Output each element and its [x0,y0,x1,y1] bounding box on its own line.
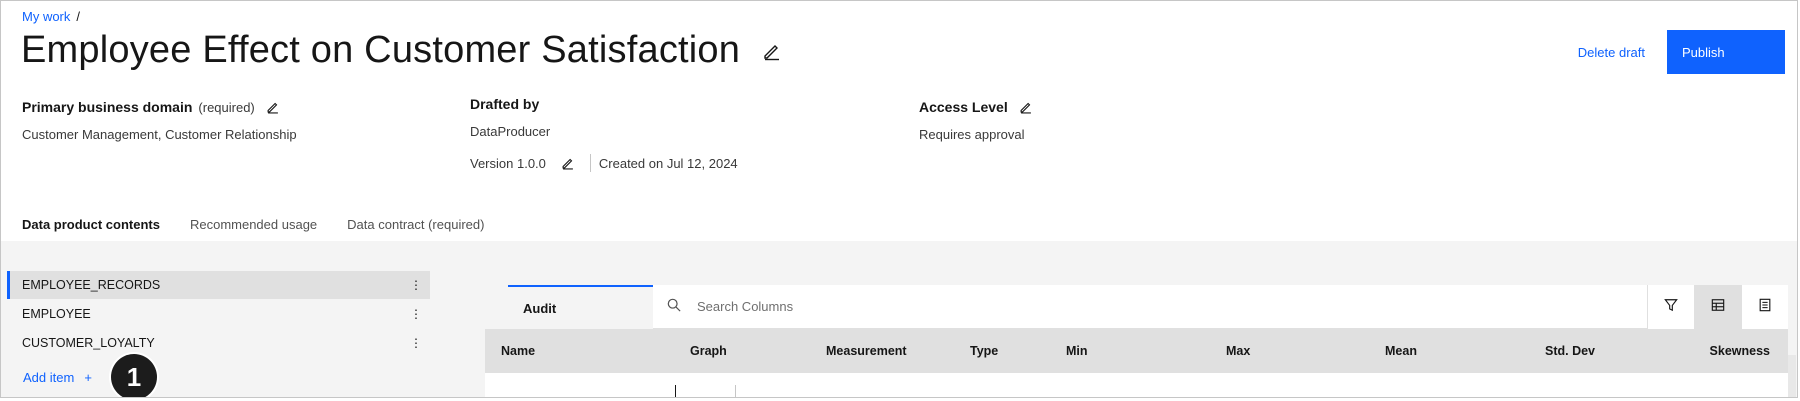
column-header-type[interactable]: Type [970,329,998,373]
column-header-mean[interactable]: Mean [1385,329,1417,373]
panel-toolbar: Audit [485,285,1788,329]
asset-item-label: EMPLOYEE_RECORDS [22,278,161,292]
drafted-by-label: Drafted by [470,96,540,112]
breadcrumb: My work / [22,9,80,24]
business-domain-section: Primary business domain (required) Custo… [22,99,297,142]
header-actions: Delete draft Publish [1578,30,1785,74]
business-domain-label: Primary business domain [22,99,193,115]
tab-audit[interactable]: Audit [508,285,653,329]
list-item[interactable]: EMPLOYEE_RECORDS ⋮ [7,271,430,299]
plus-icon: + [84,370,92,385]
version-text: Version 1.0.0 [470,155,546,171]
access-level-label: Access Level [919,99,1008,115]
pencil-icon[interactable] [1018,99,1034,115]
graph-marker [675,385,676,397]
table-body [485,373,1788,397]
breadcrumb-separator: / [76,9,81,24]
list-view-icon [1758,298,1772,317]
asset-list: EMPLOYEE_RECORDS ⋮ EMPLOYEE ⋮ CUSTOMER_L… [7,271,430,385]
business-domain-label-row: Primary business domain (required) [22,99,297,115]
filter-icon [1664,298,1678,317]
column-header-max[interactable]: Max [1226,329,1250,373]
table-header: Name Graph Measurement Type Min Max Mean… [485,329,1788,373]
add-item-label: Add item [23,370,75,385]
asset-item-label: CUSTOMER_LOYALTY [22,336,155,350]
pencil-icon[interactable] [265,99,281,115]
tab-recommended-usage[interactable]: Recommended usage [175,213,332,244]
list-item[interactable]: EMPLOYEE ⋮ [7,300,430,328]
access-level-label-row: Access Level [919,99,1034,115]
required-marker: (required) [198,99,255,115]
created-date: Created on Jul 12, 2024 [598,155,738,171]
version-row: Version 1.0.0 Created on Jul 12, 2024 [470,154,738,172]
column-header-min[interactable]: Min [1066,329,1088,373]
column-header-skewness[interactable]: Skewness [1710,329,1770,373]
page-title: Employee Effect on Customer Satisfaction [21,29,741,71]
table-view-icon [1711,298,1725,317]
scrollbar[interactable] [1788,355,1796,397]
list-view-button[interactable] [1741,285,1788,329]
search-columns-input[interactable] [695,298,999,315]
column-header-graph[interactable]: Graph [690,329,727,373]
column-profile-panel: Audit Search Columns Name Graph Measurem… [485,285,1788,397]
pencil-icon[interactable] [560,155,576,171]
tab-data-product-contents[interactable]: Data product contents [7,213,175,244]
divider [589,154,591,172]
graph-marker [735,385,736,397]
overflow-menu-icon[interactable]: ⋮ [410,279,422,291]
title-row: Employee Effect on Customer Satisfaction [21,29,782,72]
breadcrumb-my-work-link[interactable]: My work [22,9,70,24]
asset-item-label: EMPLOYEE [22,307,91,321]
column-header-std-dev[interactable]: Std. Dev [1545,329,1595,373]
content-tabs: Data product contents Recommended usage … [7,213,499,244]
tab-data-contract[interactable]: Data contract (required) [332,213,499,244]
drafted-by-section: Drafted by DataProducer Version 1.0.0 Cr… [470,96,738,172]
access-level-value: Requires approval [919,127,1025,142]
table-view-button[interactable] [1694,285,1741,329]
search-container [653,285,1647,329]
page: My work / Employee Effect on Customer Sa… [0,0,1798,398]
access-level-section: Access Level Requires approval [919,99,1034,142]
column-header-name[interactable]: Name [501,329,535,373]
delete-draft-link[interactable]: Delete draft [1578,45,1645,60]
step-number-badge: 1 [111,354,157,397]
list-item[interactable]: CUSTOMER_LOYALTY ⋮ [7,329,430,357]
overflow-menu-icon[interactable]: ⋮ [410,337,422,349]
filter-button[interactable] [1647,285,1694,329]
business-domain-value: Customer Management, Customer Relationsh… [22,127,297,142]
toolbar-spacer [485,285,508,329]
overflow-menu-icon[interactable]: ⋮ [410,308,422,320]
add-item-button[interactable]: Add item + [7,370,430,385]
publish-button[interactable]: Publish [1667,30,1785,74]
search-icon [667,298,681,315]
drafted-by-value: DataProducer [470,124,551,139]
pencil-icon[interactable] [762,41,782,61]
column-header-measurement[interactable]: Measurement [826,329,907,373]
